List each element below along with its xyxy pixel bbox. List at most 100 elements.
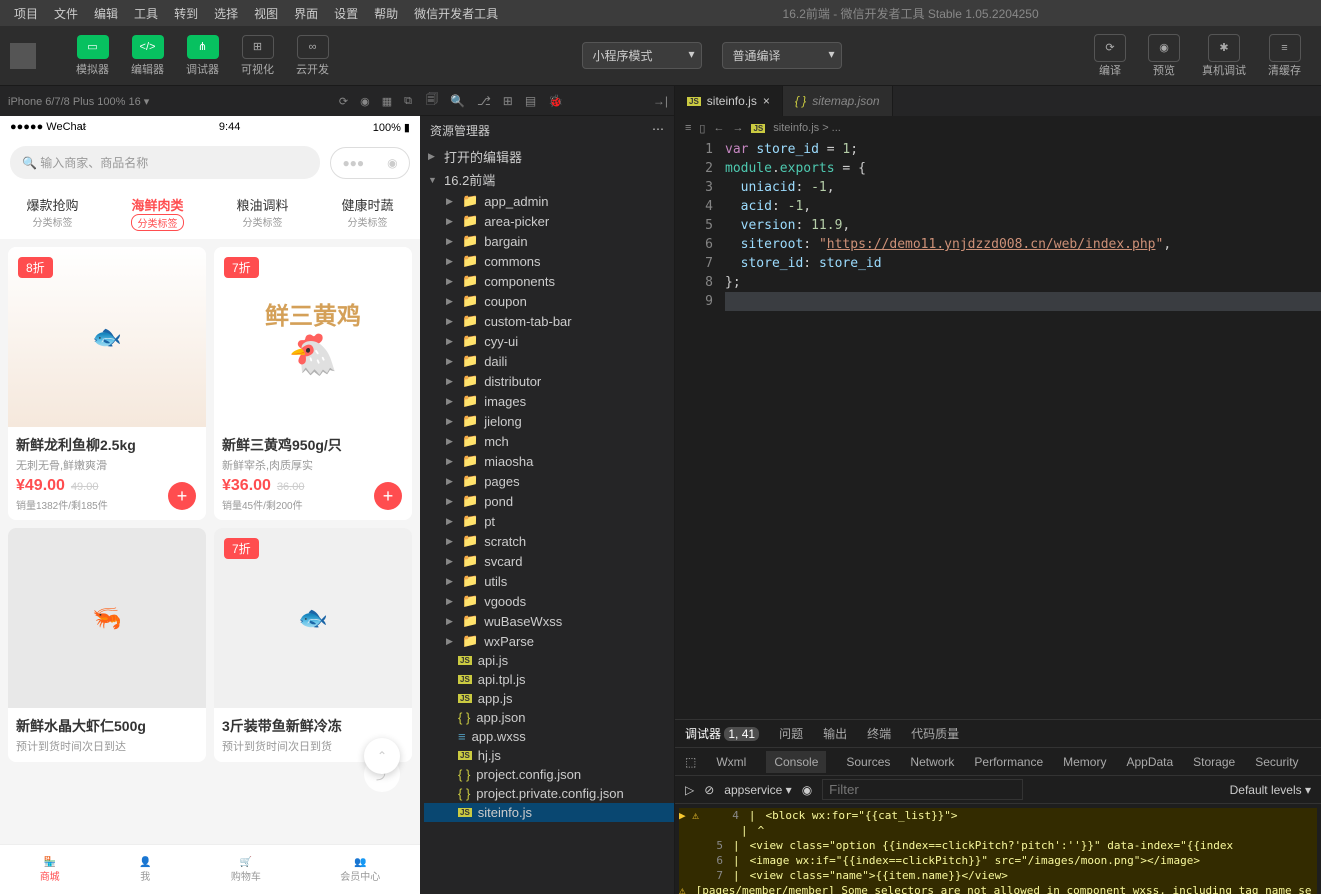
folder-item[interactable]: ▶📁wxParse [424, 631, 674, 651]
folder-item[interactable]: ▶📁pages [424, 471, 674, 491]
dev-tab-security[interactable]: Security [1255, 755, 1298, 769]
debug-tab-debugger[interactable]: 调试器 1, 41 [685, 725, 759, 742]
file-item[interactable]: { }project.config.json [424, 765, 674, 784]
levels-dropdown[interactable]: Default levels ▾ [1230, 783, 1311, 797]
file-item[interactable]: ≡app.wxss [424, 727, 674, 746]
product-card[interactable]: 7折 🐟 3斤装带鱼新鲜冷冻 预计到货时间次日到货 [214, 528, 412, 762]
avatar[interactable] [10, 43, 36, 69]
menu-item[interactable]: 视图 [246, 5, 286, 22]
cat-tab-2[interactable]: 粮油调料分类标签 [236, 195, 288, 231]
folder-item[interactable]: ▶📁jielong [424, 411, 674, 431]
menu-item[interactable]: 选择 [206, 5, 246, 22]
refresh-icon[interactable]: ⟳ [339, 95, 348, 108]
nav-back-icon[interactable]: ← [713, 122, 724, 134]
editor-tab-siteinfo[interactable]: JSsiteinfo.js× [675, 86, 783, 116]
nav-member[interactable]: 👥会员中心 [340, 857, 380, 883]
add-to-cart-button[interactable]: + [374, 482, 402, 510]
folder-item[interactable]: ▶📁svcard [424, 551, 674, 571]
menu-item[interactable]: 设置 [326, 5, 366, 22]
file-item[interactable]: JShj.js [424, 746, 674, 765]
cat-tab-1[interactable]: 海鲜肉类分类标签 [131, 195, 183, 231]
scroll-top-button[interactable]: ⌃ [364, 738, 400, 774]
compile-button[interactable]: ⟳编译 [1084, 30, 1136, 82]
record-icon[interactable]: ◉ [360, 95, 370, 108]
file-item[interactable]: JSapi.js [424, 651, 674, 670]
cloud-button[interactable]: ∞云开发 [286, 31, 339, 81]
folder-item[interactable]: ▶📁distributor [424, 371, 674, 391]
code-editor[interactable]: 123456789 var store_id = 1; module.expor… [675, 140, 1321, 719]
dev-tab-console[interactable]: Console [766, 751, 826, 773]
files-icon[interactable]: 🗐 [426, 90, 438, 111]
menu-item[interactable]: 工具 [126, 5, 166, 22]
folder-item[interactable]: ▶📁images [424, 391, 674, 411]
folder-item[interactable]: ▶📁components [424, 271, 674, 291]
preview-button[interactable]: ◉预览 [1138, 30, 1190, 82]
nav-forward-icon[interactable]: → [732, 122, 743, 134]
folder-item[interactable]: ▶📁cyy-ui [424, 331, 674, 351]
mode-dropdown[interactable]: 小程序模式 [582, 42, 702, 69]
close-icon[interactable]: × [763, 94, 770, 108]
device-debug-button[interactable]: ✱真机调试 [1192, 30, 1256, 82]
folder-item[interactable]: ▶📁pt [424, 511, 674, 531]
folder-item[interactable]: ▶📁wuBaseWxss [424, 611, 674, 631]
collapse-icon[interactable]: →| [653, 94, 668, 108]
clear-icon[interactable]: ⊘ [704, 783, 714, 797]
console-output[interactable]: ▶ ⚠4| <block wx:for="{{cat_list}}"> | ^ … [675, 804, 1321, 894]
project-root[interactable]: ▼16.2前端 [420, 168, 674, 191]
extensions-icon[interactable]: ⊞ [503, 94, 513, 108]
nav-cart[interactable]: 🛒购物车 [231, 857, 261, 883]
folder-item[interactable]: ▶📁commons [424, 251, 674, 271]
folder-item[interactable]: ▶📁pond [424, 491, 674, 511]
device-selector[interactable]: iPhone 6/7/8 Plus 100% 16 ▾ [8, 95, 149, 108]
debug-tab[interactable]: 输出 [823, 725, 847, 742]
nav-shop[interactable]: 🏪商城 [40, 857, 60, 883]
menu-item[interactable]: 微信开发者工具 [406, 5, 506, 22]
compile-dropdown[interactable]: 普通编译 [722, 42, 842, 69]
menu-item[interactable]: 转到 [166, 5, 206, 22]
play-icon[interactable]: ▷ [685, 783, 694, 797]
dev-tab-sources[interactable]: Sources [846, 755, 890, 769]
debugger-button[interactable]: ⋔调试器 [176, 31, 229, 81]
context-dropdown[interactable]: appservice ▾ [724, 783, 791, 797]
simulator-button[interactable]: ▭模拟器 [66, 31, 119, 81]
search-input[interactable]: 🔍 输入商家、商品名称 [10, 146, 320, 179]
menu-item[interactable]: 帮助 [366, 5, 406, 22]
folder-item[interactable]: ▶📁vgoods [424, 591, 674, 611]
folder-item[interactable]: ▶📁scratch [424, 531, 674, 551]
file-item[interactable]: JSsiteinfo.js [424, 803, 674, 822]
folder-item[interactable]: ▶📁coupon [424, 291, 674, 311]
dev-tab-memory[interactable]: Memory [1063, 755, 1106, 769]
branch-icon[interactable]: ⎇ [477, 94, 491, 108]
search-icon[interactable]: 🔍 [450, 94, 465, 108]
folder-item[interactable]: ▶📁miaosha [424, 451, 674, 471]
file-item[interactable]: { }project.private.config.json [424, 784, 674, 803]
folder-item[interactable]: ▶📁custom-tab-bar [424, 311, 674, 331]
folder-item[interactable]: ▶📁bargain [424, 231, 674, 251]
nav-me[interactable]: 👤我 [139, 857, 151, 883]
folder-item[interactable]: ▶📁app_admin [424, 191, 674, 211]
editor-button[interactable]: </>编辑器 [121, 31, 174, 81]
inspect-icon[interactable]: ⬚ [685, 755, 696, 769]
folder-item[interactable]: ▶📁utils [424, 571, 674, 591]
dev-tab-performance[interactable]: Performance [974, 755, 1043, 769]
dev-tab-storage[interactable]: Storage [1193, 755, 1235, 769]
panel-icon[interactable]: ▤ [525, 94, 536, 108]
menu-item[interactable]: 界面 [286, 5, 326, 22]
folder-item[interactable]: ▶📁mch [424, 431, 674, 451]
eye-icon[interactable]: ◉ [802, 783, 812, 797]
menu-item[interactable]: 项目 [6, 5, 46, 22]
capsule-menu[interactable]: ●●●◉ [330, 147, 410, 179]
clear-cache-button[interactable]: ≡清缓存 [1258, 30, 1311, 82]
debug-tab[interactable]: 终端 [867, 725, 891, 742]
scan-icon[interactable]: ▦ [382, 95, 392, 108]
open-editors-section[interactable]: ▶打开的编辑器 [420, 145, 674, 168]
list-icon[interactable]: ≡ [685, 122, 691, 134]
cat-tab-3[interactable]: 健康时蔬分类标签 [341, 195, 393, 231]
bug-icon[interactable]: 🐞 [548, 94, 563, 108]
dev-tab-network[interactable]: Network [910, 755, 954, 769]
breadcrumb[interactable]: ≡ ▯ ← → JS siteinfo.js > ... [675, 116, 1321, 140]
product-card[interactable]: 8折 🐟 新鲜龙利鱼柳2.5kg 无刺无骨,鲜嫩爽滑 ¥49.0049.00 销… [8, 247, 206, 520]
more-icon[interactable]: ⋯ [652, 122, 664, 139]
file-item[interactable]: JSapp.js [424, 689, 674, 708]
bookmark-icon[interactable]: ▯ [699, 122, 705, 135]
